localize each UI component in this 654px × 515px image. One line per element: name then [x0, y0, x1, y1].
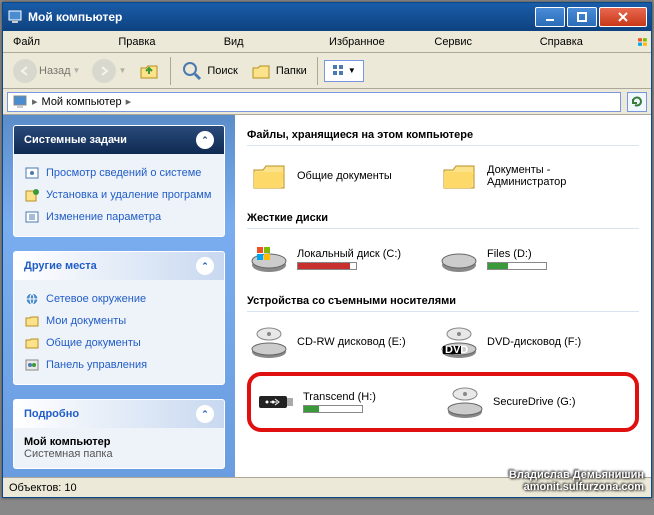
toolbar: Назад ▼ ▼ Поиск Папки ▼ [3, 53, 651, 89]
search-label: Поиск [207, 65, 237, 77]
folder-up-icon [138, 60, 160, 82]
titlebar[interactable]: Мой компьютер [3, 3, 651, 31]
explorer-window: Мой компьютер Файл Правка Вид Избранное … [2, 2, 652, 498]
group-header-files: Файлы, хранящиеся на этом компьютере [247, 123, 639, 146]
search-button[interactable]: Поиск [177, 58, 241, 84]
task-change-setting[interactable]: Изменение параметра [24, 206, 214, 228]
address-field[interactable]: ▸ Мой компьютер ▸ [7, 92, 621, 112]
dvd-drive-icon: DVD [439, 324, 479, 360]
drive-f-dvd[interactable]: DVD DVD-дисковод (F:) [437, 320, 617, 364]
close-button[interactable] [599, 7, 647, 27]
content-pane: Файлы, хранящиеся на этом компьютере Общ… [235, 115, 651, 477]
back-button[interactable]: Назад ▼ [9, 57, 84, 85]
settings-icon [24, 209, 40, 225]
breadcrumb-arrow-icon: ▸ [32, 95, 38, 108]
details-type: Системная папка [24, 448, 214, 460]
window-title: Мой компьютер [28, 10, 535, 24]
back-label: Назад [39, 65, 71, 77]
place-my-docs[interactable]: Мои документы [24, 310, 214, 332]
group-header-removable: Устройства со съемными носителями [247, 289, 639, 312]
windows-logo-icon [637, 33, 649, 51]
task-system-info[interactable]: Просмотр сведений о системе [24, 162, 214, 184]
network-icon [24, 291, 40, 307]
drive-d[interactable]: Files (D:) [437, 237, 617, 281]
breadcrumb-arrow-icon: ▸ [126, 95, 132, 108]
collapse-icon[interactable]: ⌃ [196, 131, 214, 149]
statusbar: Объектов: 10 [3, 477, 651, 497]
refresh-button[interactable] [627, 92, 647, 112]
status-objects: Объектов: 10 [9, 482, 77, 494]
panel-header[interactable]: Другие места ⌃ [14, 252, 224, 280]
collapse-icon[interactable]: ⌃ [196, 405, 214, 423]
menu-edit[interactable]: Правка [110, 34, 215, 50]
menu-view[interactable]: Вид [216, 34, 321, 50]
computer-icon [12, 94, 28, 110]
usb-drive-icon [255, 388, 295, 416]
info-icon [24, 165, 40, 181]
folder-icon [24, 335, 40, 351]
body: Системные задачи ⌃ Просмотр сведений о с… [3, 115, 651, 477]
panel-header[interactable]: Системные задачи ⌃ [14, 126, 224, 154]
addressbar: ▸ Мой компьютер ▸ [3, 89, 651, 115]
folders-icon [250, 60, 272, 82]
folders-label: Папки [276, 65, 307, 77]
control-panel-icon [24, 357, 40, 373]
panel-title: Подробно [24, 408, 79, 420]
views-button[interactable]: ▼ [324, 60, 364, 82]
svg-text:DVD: DVD [445, 344, 468, 356]
details-panel: Подробно ⌃ Мой компьютер Системная папка [13, 399, 225, 469]
search-icon [181, 60, 203, 82]
menu-tools[interactable]: Сервис [426, 34, 531, 50]
forward-button[interactable]: ▼ [88, 57, 130, 85]
hdd-icon [249, 243, 289, 275]
programs-icon [24, 187, 40, 203]
optical-drive-icon [249, 324, 289, 360]
maximize-button[interactable] [567, 7, 597, 27]
menu-favorites[interactable]: Избранное [321, 34, 426, 50]
capacity-bar [487, 262, 547, 270]
folder-admin-docs[interactable]: Документы - Администратор [437, 154, 617, 198]
drive-e-cdrw[interactable]: CD-RW дисковод (E:) [247, 320, 427, 364]
system-tasks-panel: Системные задачи ⌃ Просмотр сведений о с… [13, 125, 225, 237]
drive-c[interactable]: Локальный диск (C:) [247, 237, 427, 281]
highlighted-area: Transcend (H:) SecureDrive (G:) [247, 372, 639, 432]
computer-icon [7, 9, 23, 25]
folders-button[interactable]: Папки [246, 58, 311, 84]
capacity-bar [303, 405, 363, 413]
task-add-remove[interactable]: Установка и удаление программ [24, 184, 214, 206]
address-path: Мой компьютер [42, 96, 122, 108]
panel-header[interactable]: Подробно ⌃ [14, 400, 224, 428]
drive-g-securedrive[interactable]: SecureDrive (G:) [443, 380, 623, 424]
menubar: Файл Правка Вид Избранное Сервис Справка [3, 31, 651, 53]
folder-icon [441, 160, 477, 192]
place-shared-docs[interactable]: Общие документы [24, 332, 214, 354]
up-button[interactable] [134, 58, 164, 84]
hdd-icon [439, 243, 479, 275]
panel-title: Другие места [24, 260, 97, 272]
place-control-panel[interactable]: Панель управления [24, 354, 214, 376]
minimize-button[interactable] [535, 7, 565, 27]
menu-file[interactable]: Файл [5, 34, 110, 50]
drive-h-transcend[interactable]: Transcend (H:) [253, 380, 433, 424]
other-places-panel: Другие места ⌃ Сетевое окружение Мои док… [13, 251, 225, 385]
removable-drive-icon [445, 384, 485, 420]
capacity-bar [297, 262, 357, 270]
refresh-icon [630, 95, 644, 109]
folder-icon [251, 160, 287, 192]
sidebar: Системные задачи ⌃ Просмотр сведений о с… [3, 115, 235, 477]
panel-title: Системные задачи [24, 134, 127, 146]
details-name: Мой компьютер [24, 436, 214, 448]
menu-help[interactable]: Справка [532, 34, 637, 50]
place-network[interactable]: Сетевое окружение [24, 288, 214, 310]
views-icon [332, 64, 346, 78]
folder-icon [24, 313, 40, 329]
folder-shared-docs[interactable]: Общие документы [247, 154, 427, 198]
collapse-icon[interactable]: ⌃ [196, 257, 214, 275]
group-header-hdd: Жесткие диски [247, 206, 639, 229]
